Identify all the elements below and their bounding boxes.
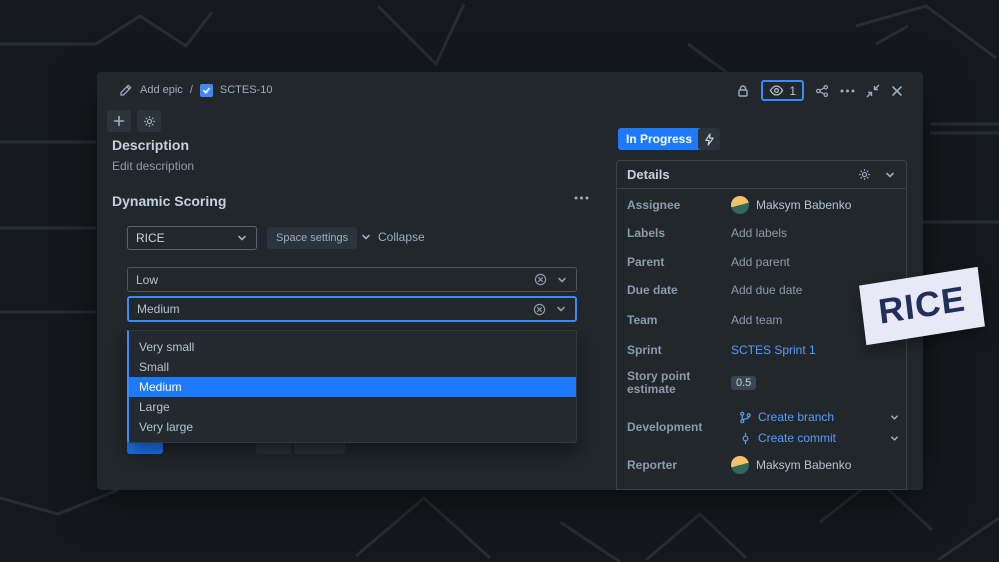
field-labels[interactable]: Labels Add labels — [627, 223, 900, 243]
close-icon[interactable] — [891, 85, 903, 97]
sprint-label: Sprint — [627, 343, 731, 357]
breadcrumb-separator: / — [190, 84, 193, 96]
chevron-down-icon[interactable] — [889, 412, 900, 423]
option-very-large[interactable]: Very large — [129, 417, 576, 437]
description-heading: Description — [112, 137, 189, 153]
task-type-icon — [200, 84, 213, 97]
framework-select-value: RICE — [136, 231, 165, 245]
reporter-value: Maksym Babenko — [756, 458, 851, 472]
chevron-down-icon[interactable] — [556, 274, 568, 286]
sprint-value[interactable]: SCTES Sprint 1 — [731, 343, 816, 357]
collapse-toggle[interactable]: Collapse — [360, 230, 425, 244]
watch-count: 1 — [789, 84, 796, 98]
dynamic-scoring-heading: Dynamic Scoring — [112, 193, 226, 209]
assignee-value: Maksym Babenko — [756, 198, 851, 212]
option-very-small[interactable]: Very small — [129, 337, 576, 357]
create-commit-row[interactable]: Create commit — [739, 428, 900, 448]
commit-icon — [739, 432, 752, 445]
field-parent[interactable]: Parent Add parent — [627, 252, 900, 272]
chevron-down-icon[interactable] — [889, 433, 900, 444]
edit-epic-icon[interactable] — [119, 83, 133, 97]
field-reporter[interactable]: Reporter Maksym Babenko — [627, 455, 900, 475]
development-label: Development — [627, 420, 731, 434]
space-settings-button[interactable]: Space settings — [267, 227, 357, 249]
scoring-more-icon[interactable] — [574, 196, 589, 200]
share-icon[interactable] — [815, 84, 829, 98]
framework-select[interactable]: RICE — [127, 226, 257, 250]
chevron-down-icon — [236, 232, 248, 244]
option-medium[interactable]: Medium — [129, 377, 576, 397]
due-date-value[interactable]: Add due date — [731, 283, 802, 297]
story-points-label: Story point estimate — [627, 370, 731, 396]
create-branch-row[interactable]: Create branch — [739, 407, 900, 427]
team-value[interactable]: Add team — [731, 313, 782, 327]
header-controls: 1 — [736, 80, 903, 101]
details-settings-icon[interactable] — [858, 168, 871, 181]
field-sprint[interactable]: Sprint SCTES Sprint 1 — [627, 340, 900, 360]
avatar — [731, 196, 749, 214]
lightning-icon — [704, 133, 715, 146]
create-commit-link[interactable]: Create commit — [758, 431, 836, 445]
avatar — [731, 456, 749, 474]
labels-value[interactable]: Add labels — [731, 226, 787, 240]
collapse-label: Collapse — [378, 230, 425, 244]
field-story-points[interactable]: Story point estimate 0.5 — [627, 369, 900, 397]
details-title: Details — [627, 167, 670, 182]
eye-icon — [769, 83, 784, 98]
field-assignee[interactable]: Assignee Maksym Babenko — [627, 195, 900, 215]
add-epic-link[interactable]: Add epic — [140, 84, 183, 96]
watch-button[interactable]: 1 — [761, 80, 804, 101]
issue-modal: Add epic / SCTES-10 1 — [97, 72, 923, 490]
issue-key-link[interactable]: SCTES-10 — [220, 84, 273, 96]
space-settings-label: Space settings — [276, 232, 348, 244]
breadcrumb: Add epic / SCTES-10 — [119, 83, 272, 97]
score-field-medium[interactable]: Medium — [127, 296, 577, 322]
create-branch-link[interactable]: Create branch — [758, 410, 834, 424]
status-label: In Progress — [626, 132, 692, 146]
collapse-modal-icon[interactable] — [866, 84, 880, 98]
parent-label: Parent — [627, 255, 731, 269]
score-field-low[interactable]: Low — [127, 267, 577, 292]
more-actions-icon[interactable] — [840, 89, 855, 93]
clear-icon[interactable] — [534, 273, 547, 286]
parent-value[interactable]: Add parent — [731, 255, 790, 269]
desktop-background: Add epic / SCTES-10 1 — [0, 0, 999, 562]
branch-icon — [739, 411, 752, 424]
chevron-down-icon[interactable] — [555, 303, 567, 315]
chevron-down-icon — [360, 231, 372, 243]
labels-label: Labels — [627, 226, 731, 240]
lock-icon[interactable] — [736, 84, 750, 98]
option-large[interactable]: Large — [129, 397, 576, 417]
field-team[interactable]: Team Add team — [627, 310, 900, 330]
due-date-label: Due date — [627, 283, 731, 297]
rice-sticker-text: RICE — [876, 279, 967, 332]
apps-settings-button[interactable] — [137, 110, 161, 132]
edit-description-link[interactable]: Edit description — [112, 159, 194, 173]
score-options-listbox: Very small Small Medium Large Very large — [127, 330, 577, 443]
score-field-medium-value: Medium — [137, 302, 180, 316]
automation-button[interactable] — [698, 128, 720, 150]
add-button[interactable] — [107, 110, 131, 132]
quick-add-toolbar — [107, 110, 161, 132]
score-field-low-value: Low — [136, 273, 158, 287]
chevron-down-icon[interactable] — [884, 169, 896, 181]
assignee-label: Assignee — [627, 198, 731, 212]
story-points-value[interactable]: 0.5 — [731, 376, 756, 390]
clear-icon[interactable] — [533, 303, 546, 316]
reporter-label: Reporter — [627, 458, 731, 472]
option-small[interactable]: Small — [129, 357, 576, 377]
team-label: Team — [627, 313, 731, 327]
details-header[interactable]: Details — [617, 161, 906, 189]
